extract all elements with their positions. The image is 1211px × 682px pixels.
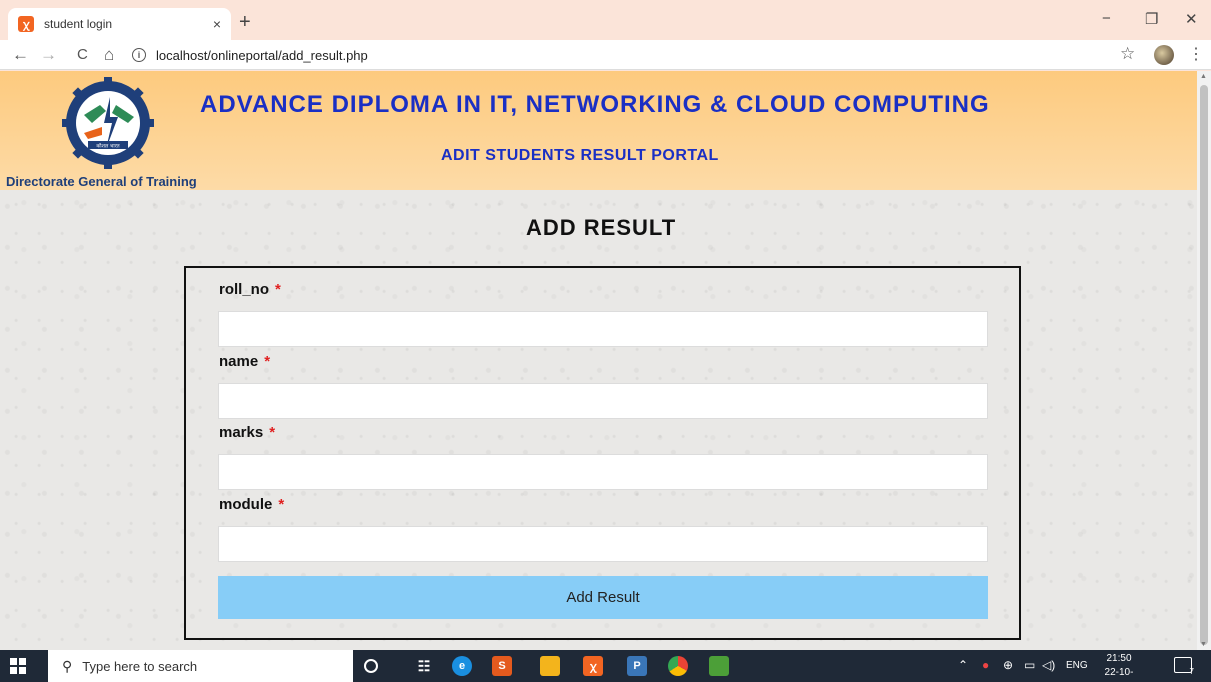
scroll-thumb[interactable] xyxy=(1200,85,1208,645)
windows-start-icon[interactable] xyxy=(10,658,26,674)
logo-caption: Directorate General of Training xyxy=(6,174,197,189)
windows-taskbar: ⚲ Type here to search ☷ e S ꭓ P ⌃ ● ⊕ ▭ … xyxy=(0,650,1211,682)
module-input[interactable] xyxy=(218,526,988,562)
marks-label: marks * xyxy=(219,424,276,441)
module-label: module * xyxy=(219,496,285,513)
cortana-icon[interactable] xyxy=(364,659,378,673)
edge-icon[interactable]: e xyxy=(452,656,472,676)
network-icon[interactable]: ⊕ xyxy=(1003,658,1013,672)
required-marker: * xyxy=(264,353,271,370)
browser-tab-bar: ꭓ student login × + − ❐ ✕ xyxy=(0,0,1211,40)
vertical-scrollbar[interactable]: ▲ ▼ xyxy=(1197,71,1211,650)
scroll-up-icon[interactable]: ▲ xyxy=(1200,73,1207,80)
required-marker: * xyxy=(275,281,281,298)
site-subtitle: ADIT STUDENTS RESULT PORTAL xyxy=(441,147,719,164)
clock-time: 21:50 xyxy=(1106,653,1132,664)
maximize-button[interactable]: ❐ xyxy=(1145,10,1158,28)
xampp-favicon-icon: ꭓ xyxy=(18,16,34,32)
site-title: ADVANCE DIPLOMA IN IT, NETWORKING & CLOU… xyxy=(200,91,990,118)
star-icon[interactable]: ☆ xyxy=(1120,44,1135,64)
browser-tab[interactable]: ꭓ student login × xyxy=(8,8,231,40)
search-icon: ⚲ xyxy=(62,657,73,674)
required-marker: * xyxy=(278,496,285,513)
name-label: name * xyxy=(219,353,271,370)
add-result-form: roll_no * name * marks * module * Add Result xyxy=(184,266,1021,640)
close-window-button[interactable]: ✕ xyxy=(1185,10,1198,28)
search-placeholder: Type here to search xyxy=(82,658,198,674)
task-view-icon[interactable]: ☷ xyxy=(414,656,434,676)
roll-no-input[interactable] xyxy=(218,311,988,347)
file-explorer-icon[interactable] xyxy=(540,656,560,676)
required-marker: * xyxy=(269,424,276,441)
chrome-icon[interactable] xyxy=(668,656,688,676)
url-field[interactable]: i localhost/onlineportal/add_result.php xyxy=(132,43,1092,67)
language-indicator[interactable]: ENG xyxy=(1066,660,1088,671)
tray-app-icon[interactable]: ● xyxy=(982,658,989,672)
page-content: कौशल भारत Directorate General of Trainin… xyxy=(0,71,1197,650)
tray-chevron-icon[interactable]: ⌃ xyxy=(958,658,968,672)
info-icon[interactable]: i xyxy=(132,48,146,62)
tab-close-icon[interactable]: × xyxy=(213,16,221,32)
clock-date: 22-10-2020 xyxy=(1104,667,1134,682)
notification-icon[interactable]: 7 xyxy=(1174,657,1194,676)
notification-count: 7 xyxy=(1189,667,1194,676)
page-title: ADD RESULT xyxy=(526,215,677,240)
scroll-down-icon[interactable]: ▼ xyxy=(1200,641,1207,648)
taskbar-search-input[interactable]: ⚲ Type here to search xyxy=(48,650,353,682)
xampp-icon[interactable]: ꭓ xyxy=(583,656,603,676)
marks-input[interactable] xyxy=(218,454,988,490)
dgt-logo-icon: कौशल भारत xyxy=(62,77,154,169)
add-result-button[interactable]: Add Result xyxy=(218,576,988,619)
new-tab-button[interactable]: + xyxy=(239,12,251,32)
home-button[interactable]: ⌂ xyxy=(104,45,114,65)
python-icon[interactable]: P xyxy=(627,656,647,676)
menu-icon[interactable]: ⋮ xyxy=(1188,44,1204,64)
profile-icon[interactable] xyxy=(1154,45,1174,65)
url-text: localhost/onlineportal/add_result.php xyxy=(156,47,368,63)
forward-button[interactable]: → xyxy=(40,45,57,65)
name-input[interactable] xyxy=(218,383,988,419)
clock[interactable]: 21:50 22-10-2020 xyxy=(1094,652,1144,682)
reload-button[interactable]: C xyxy=(77,46,88,63)
tab-title: student login xyxy=(44,17,113,31)
volume-icon[interactable]: ◁) xyxy=(1042,658,1055,672)
sublime-icon[interactable]: S xyxy=(492,656,512,676)
minimize-button[interactable]: − xyxy=(1102,10,1111,27)
battery-icon[interactable]: ▭ xyxy=(1024,658,1035,672)
logo-text: कौशल भारत xyxy=(96,143,119,150)
back-button[interactable]: ← xyxy=(12,45,29,65)
address-bar: ← → C ⌂ i localhost/onlineportal/add_res… xyxy=(0,40,1211,70)
image-app-icon[interactable] xyxy=(709,656,729,676)
site-header: कौशल भारत Directorate General of Trainin… xyxy=(0,71,1197,190)
roll-no-label: roll_no * xyxy=(219,281,281,298)
